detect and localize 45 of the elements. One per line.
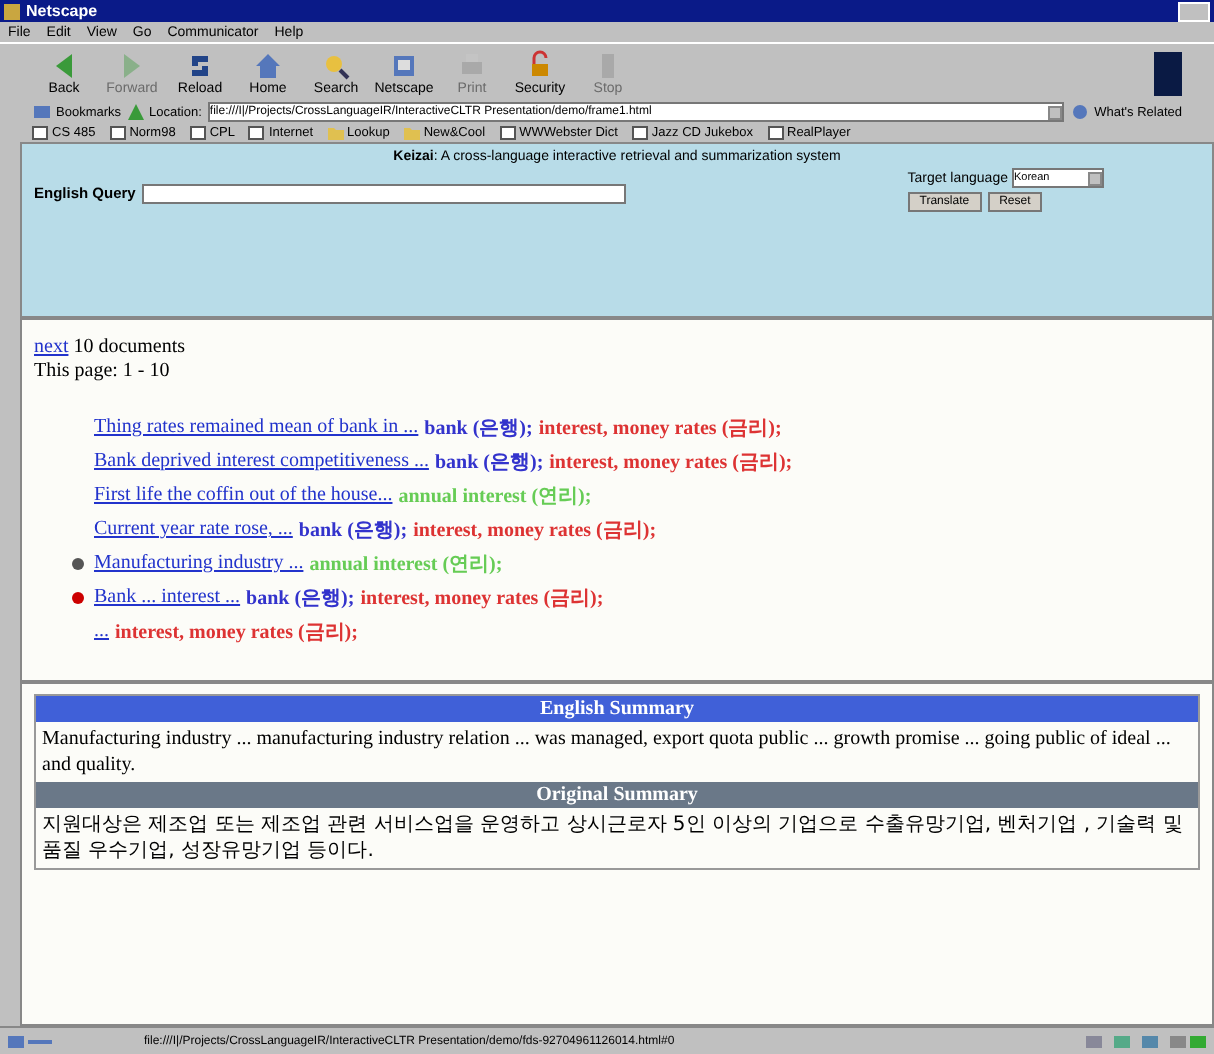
summary-text: 지원대상은 제조업 또는 제조업 관련 서비스업을 운영하고 상시근로자 5인 이상의 기업으로 수출유망기업, 벤처기업 , 기술력 및 품질 우수기업, 성장유망기업 등이다.: [40, 812, 1185, 866]
reload-icon: [186, 50, 214, 82]
summary-heading: Original Summary: [36, 782, 1198, 808]
term-label: bank (은행);: [424, 415, 533, 441]
search-icon: [322, 50, 350, 82]
term-label: bank (은행);: [434, 449, 544, 475]
document-link[interactable]: First life the coffin out of the house...: [94, 484, 393, 506]
window-buttons[interactable]: [1178, 1, 1210, 21]
page-icon: [499, 125, 516, 139]
padlock-icon: [526, 50, 554, 82]
term-label: interest, money rates (금리);: [360, 585, 604, 611]
document-link[interactable]: Thing rates remained mean of bank in ...: [94, 416, 419, 438]
summary-heading: English Summary: [36, 696, 1198, 722]
results-count: next 10 documents: [34, 336, 188, 360]
document-link[interactable]: Bank ... interest ...: [94, 586, 241, 608]
app-icon: [4, 3, 20, 19]
page-icon: [767, 125, 783, 139]
summary-text: Manufacturing industry ... manufacturing industry relation ... was managed, export quota public ... growth promise ... going public of ideal ... and quality.: [40, 726, 1173, 780]
term-label: interest, money rates (금리);: [549, 449, 793, 475]
page-icon: [189, 125, 206, 139]
page-icon: [631, 125, 648, 139]
connection-icon: [8, 1033, 52, 1049]
location-icon: [127, 104, 144, 120]
term-label: interest, money rates (금리);: [115, 619, 358, 645]
query-input[interactable]: [141, 183, 626, 203]
component-bar-icon: [1086, 1033, 1206, 1049]
document-link[interactable]: ...: [94, 620, 109, 642]
term-label: interest, money rates (금리);: [413, 517, 657, 543]
document-link[interactable]: Current year rate rose, ...: [94, 518, 293, 540]
term-label: bank (은행);: [298, 517, 408, 543]
bookmark-icon: [32, 104, 52, 120]
term-label: interest, money rates (금리);: [538, 415, 782, 441]
document-link[interactable]: Manufacturing industry ...: [94, 552, 304, 574]
page-icon: [109, 125, 126, 139]
house-icon: [254, 50, 282, 82]
document-link[interactable]: Bank deprived interest competitiveness ...: [94, 450, 429, 472]
page-icon: [248, 125, 265, 139]
term-label: bank (은행);: [246, 585, 355, 611]
term-label: annual interest (연리);: [398, 483, 592, 509]
page-icon: [32, 125, 48, 139]
window-title: Netscape: [26, 2, 98, 20]
next-link[interactable]: next: [34, 336, 69, 358]
page-info: This page: 1 - 10: [34, 360, 172, 384]
related-icon: [1070, 104, 1091, 120]
term-label: annual interest (연리);: [309, 551, 503, 577]
